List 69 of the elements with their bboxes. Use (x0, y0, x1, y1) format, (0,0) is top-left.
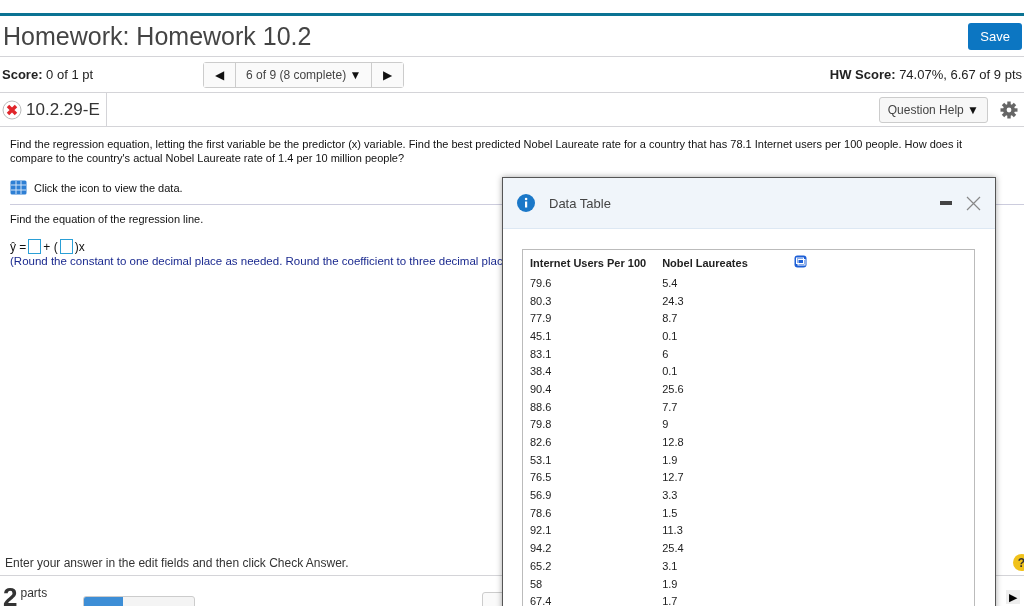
close-icon[interactable] (966, 195, 981, 211)
table-cell-text: 58 (530, 576, 544, 592)
question-text: Find the regression equation, letting the first variable be the predictor (x) variable. Find the best predicted Nobel Laureate rate for a country that has 78.1 Internet users per 100 people. How does it compare to the country's actual Nobel Laureate rate of 1.4 per 10 million people? (10, 137, 964, 165)
table-cell: 45.1 (530, 327, 663, 345)
constant-input[interactable] (28, 239, 42, 254)
table-cell-text: 0.1 (662, 328, 679, 344)
question-help-button[interactable]: Question Help ▼ (878, 96, 988, 123)
table-cell-text: 78.6 (530, 505, 553, 521)
page-title: Homework: Homework 10.2 (3, 21, 312, 51)
table-cell-text: 82.6 (530, 435, 553, 451)
question-selector[interactable]: 6 of 9 (8 complete) ▼ (235, 62, 373, 87)
table-cell: 80.3 (530, 291, 663, 310)
table-cell-text: 25.6 (662, 381, 685, 397)
table-cell-text: 6 (662, 346, 670, 362)
table-cell-text: 1.9 (662, 452, 679, 468)
help-mark[interactable]: ? (1013, 554, 1024, 571)
info-icon (517, 194, 535, 212)
table-cell-text: 9 (662, 417, 670, 433)
table-cell-text: 7.7 (662, 399, 679, 415)
table-cell: 77.9 (530, 309, 663, 328)
y-hat-label: ŷ = (10, 239, 27, 254)
coefficient-input[interactable] (59, 239, 73, 254)
x-term: )x (74, 239, 85, 254)
table-cell-text: 67.4 (530, 594, 553, 606)
table-cell-text: 92.1 (530, 523, 553, 539)
rounding-note: (Round the constant to one decimal place as needed. Round the coefficient to three decimal plac (10, 255, 503, 267)
hw-score-text: HW Score: 74.07%, 6.67 of 9 pts (829, 67, 1022, 82)
column-header: Nobel Laureates (662, 255, 749, 271)
table-cell-text: 76.5 (530, 470, 553, 486)
dialog-title: Data Table (549, 195, 612, 211)
table-cell: 79.8 (530, 415, 663, 434)
table-cell-text: 1.7 (662, 594, 679, 606)
table-cell-text: 0.1 (662, 364, 679, 380)
parts-label: parts (20, 586, 48, 600)
table-icon[interactable] (10, 180, 27, 195)
table-cell-text: 1.9 (662, 576, 679, 592)
settings-icon[interactable] (1000, 100, 1018, 119)
next-button[interactable]: ▶ (372, 62, 404, 87)
parts-count: 2 (3, 586, 18, 606)
table-cell-text: 12.8 (662, 435, 685, 451)
table-cell: 90.4 (530, 380, 663, 398)
next-arrow-button[interactable]: ▶ (1006, 590, 1020, 604)
table-cell-text: 3.3 (662, 488, 679, 504)
table-cell: 56.9 (530, 486, 663, 504)
table-cell: 79.6 (530, 274, 663, 292)
prompt-text: Find the equation of the regression line. (10, 213, 205, 225)
table-cell-text: 12.7 (662, 470, 685, 486)
table-cell-text: 53.1 (530, 452, 553, 468)
plus-sign: + ( (43, 239, 58, 254)
copy-icon[interactable] (793, 255, 807, 268)
table-cell: 83.1 (530, 344, 663, 363)
score-text: Score: 0 of 1 pt (2, 67, 94, 82)
table-cell-text: 1.5 (662, 505, 679, 521)
table-cell-text: 24.3 (662, 293, 685, 309)
table-cell-text: 3.1 (662, 558, 679, 574)
save-button[interactable]: Save (968, 22, 1022, 50)
table-cell-text: 11.3 (662, 523, 684, 539)
table-cell: 94.2 (530, 539, 663, 557)
view-data-link[interactable]: Click the icon to view the data. (34, 181, 183, 194)
column-header: Internet Users Per 100 (530, 255, 663, 274)
table-cell: 65.2 (530, 557, 663, 575)
previous-button[interactable]: ◀ (204, 62, 236, 87)
table-cell-text: 8.7 (662, 311, 679, 327)
table-cell: 88.6 (530, 397, 663, 416)
table-cell: 38.4 (530, 362, 663, 381)
question-id: 10.2.29-E (26, 99, 100, 120)
answer-hint: Enter your answer in the edit fields and then click Check Answer. (5, 555, 349, 570)
table-cell-text: 5.4 (662, 275, 679, 291)
table-cell-text: 25.4 (662, 541, 685, 557)
